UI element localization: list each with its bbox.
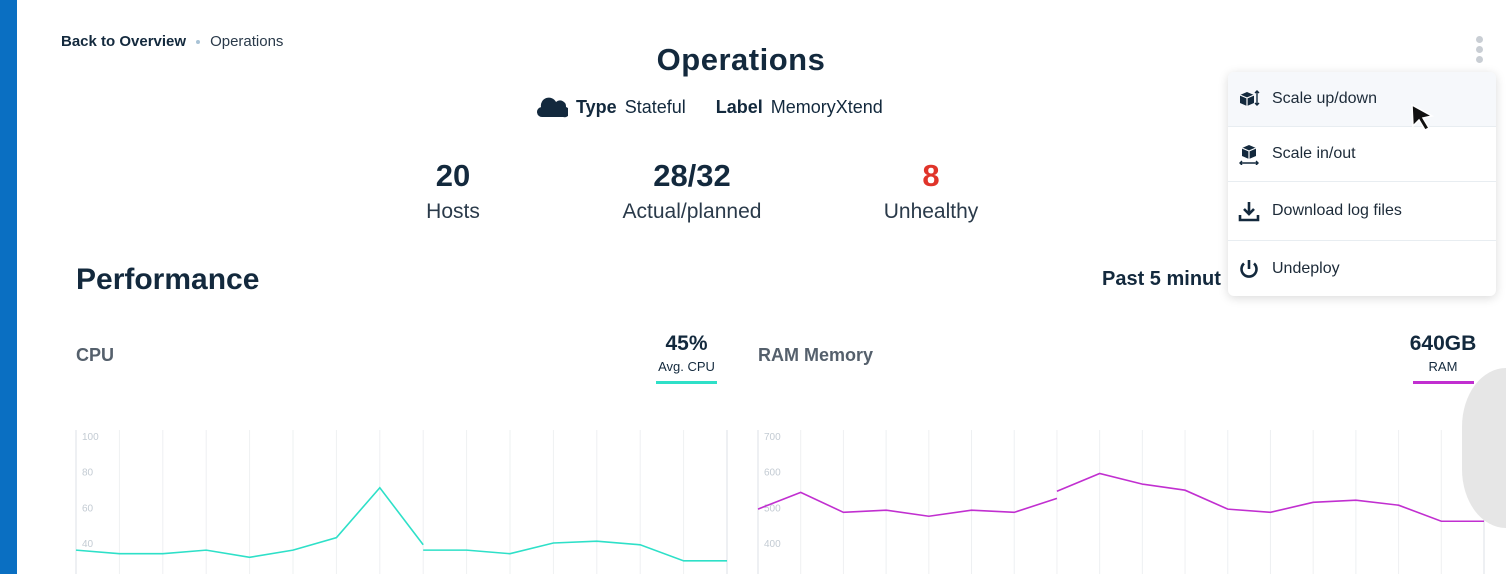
menu-item-label: Scale in/out <box>1272 145 1356 162</box>
cpu-series-line <box>423 540 727 562</box>
power-icon <box>1240 259 1258 278</box>
cpu-chart: 100 80 60 40 <box>75 430 728 574</box>
ram-series-line <box>757 491 1058 518</box>
y-tick-label: 700 <box>764 432 781 443</box>
ram-chart: 700600500400 <box>757 430 1485 574</box>
y-tick-label: 400 <box>764 539 781 550</box>
menu-item-label: Undeploy <box>1272 259 1340 277</box>
actions-menu: Scale up/down Scale in/out Download log … <box>1228 72 1496 296</box>
y-tick-label: 600 <box>764 468 781 479</box>
menu-item-scale-in-out[interactable]: Scale in/out <box>1228 127 1496 182</box>
y-tick-label: 80 <box>82 468 94 479</box>
menu-item-download-log-files[interactable]: Download log files <box>1228 182 1496 241</box>
y-tick-label: 60 <box>82 503 94 514</box>
menu-item-undeploy[interactable]: Undeploy <box>1228 241 1496 296</box>
menu-item-label: Download log files <box>1272 202 1402 219</box>
scale-up-down-icon <box>1239 90 1260 106</box>
download-icon <box>1238 202 1260 222</box>
y-tick-label: 100 <box>82 432 99 443</box>
y-tick-label: 40 <box>82 539 94 550</box>
more-options-button[interactable] <box>1476 36 1484 66</box>
menu-item-scale-up-down[interactable]: Scale up/down <box>1228 72 1496 127</box>
mouse-cursor-icon <box>1411 103 1435 131</box>
menu-item-label: Scale up/down <box>1272 90 1377 107</box>
scale-in-out-icon <box>1239 145 1259 165</box>
